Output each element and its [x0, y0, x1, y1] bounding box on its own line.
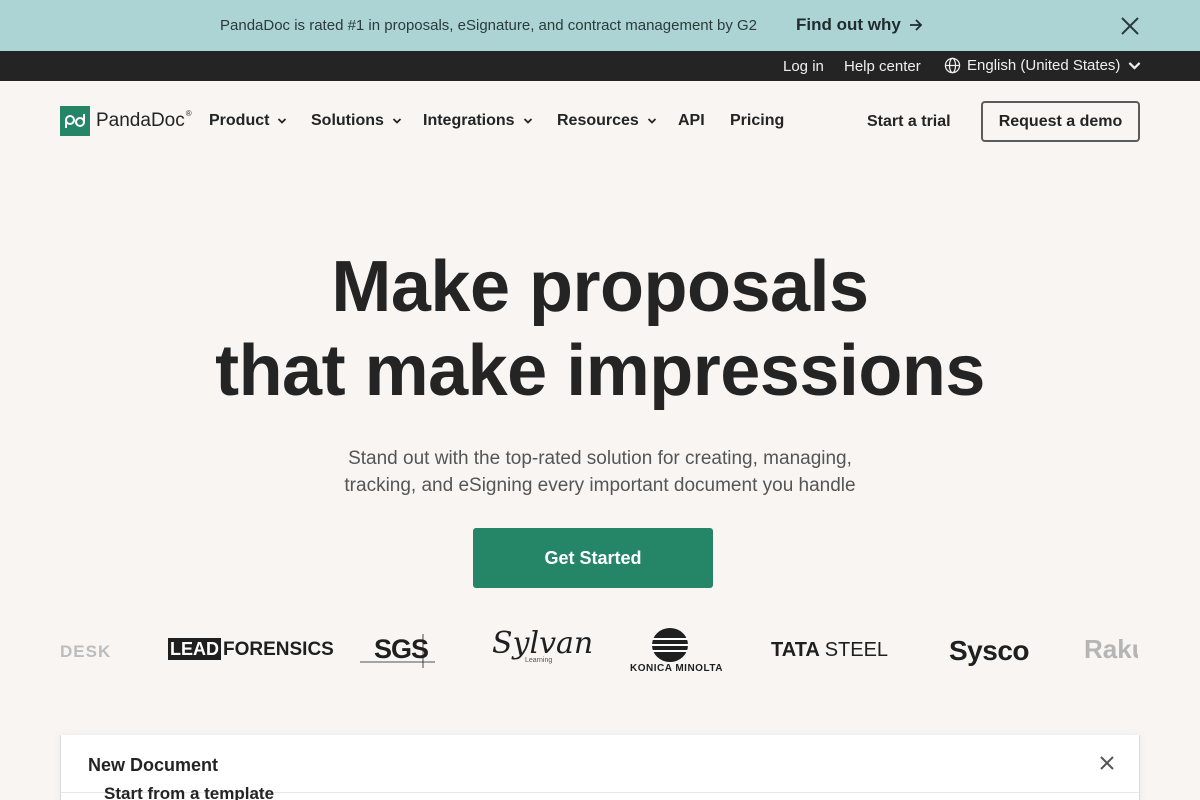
nav-solutions-label: Solutions — [311, 112, 384, 129]
logo-sylvan-sub: Learning — [525, 657, 553, 664]
hero-subtitle-line-2: tracking, and eSigning every important d… — [344, 475, 856, 496]
login-link[interactable]: Log in — [783, 58, 824, 75]
logo-tata-steel: TATA STEEL — [771, 639, 888, 662]
hero-title: Make proposals that make impressions — [0, 245, 1200, 413]
logo-sylvan: Sylvan — [492, 626, 594, 661]
close-icon[interactable] — [1098, 754, 1116, 772]
nav-solutions[interactable]: Solutions — [311, 112, 402, 130]
start-trial-link[interactable]: Start a trial — [867, 113, 951, 131]
logo-lead-forensics: LEAD FORENSICS — [168, 638, 334, 661]
hero-title-line-2: that make impressions — [215, 331, 985, 411]
pandadoc-mark-icon — [60, 106, 90, 136]
hero-subtitle-line-1: Stand out with the top-rated solution fo… — [348, 448, 852, 469]
hero-title-line-1: Make proposals — [331, 247, 869, 327]
logo-text: PandaDoc — [96, 110, 185, 131]
new-document-panel: New Document Start from a template — [60, 735, 1141, 800]
chevron-down-icon — [278, 118, 287, 124]
logo-forensics-part: FORENSICS — [223, 639, 334, 660]
utility-bar: Log in Help center English (United State… — [0, 51, 1200, 81]
request-demo-button[interactable]: Request a demo — [981, 101, 1140, 142]
chevron-down-icon — [392, 118, 402, 124]
nav-resources-label: Resources — [557, 112, 639, 129]
start-from-template-heading: Start from a template — [104, 784, 275, 800]
language-label: English (United States) — [967, 57, 1121, 74]
customer-logos: DESK LEAD FORENSICS SGS Sylvan Learning K… — [60, 620, 1140, 690]
logo-tata-part: TATA — [771, 639, 820, 661]
chevron-down-icon — [523, 118, 532, 124]
hero-subtitle: Stand out with the top-rated solution fo… — [300, 445, 900, 499]
nav-api-label: API — [678, 112, 705, 129]
nav-integrations-label: Integrations — [423, 112, 515, 129]
nav-resources[interactable]: Resources — [557, 112, 657, 130]
sgs-crosshair-icon — [360, 634, 435, 668]
nav-integrations[interactable]: Integrations — [423, 112, 533, 130]
logo-konica-minolta: KONICA MINOLTA — [630, 663, 723, 674]
language-selector[interactable]: English (United States) — [944, 57, 1143, 74]
promo-banner: PandaDoc is rated #1 in proposals, eSign… — [0, 0, 1200, 51]
main-nav: PandaDoc ® Product Solutions Integration… — [0, 81, 1200, 161]
nav-pricing-label: Pricing — [730, 112, 785, 129]
close-icon[interactable] — [1119, 15, 1141, 37]
nav-product-label: Product — [209, 112, 270, 129]
konica-minolta-globe-icon — [652, 628, 688, 662]
logo-lead-part: LEAD — [168, 638, 221, 660]
chevron-down-icon — [647, 118, 656, 124]
logo-rakuten: Raku — [1084, 634, 1138, 664]
arrow-right-icon — [909, 19, 923, 31]
logo-steel-part: STEEL — [824, 639, 889, 661]
find-out-why-label: Find out why — [796, 15, 901, 34]
logo-desk: DESK — [60, 642, 112, 661]
modal-title: New Document — [88, 755, 219, 775]
find-out-why-link[interactable]: Find out why — [796, 15, 923, 35]
promo-text: PandaDoc is rated #1 in proposals, eSign… — [220, 17, 757, 34]
registered-mark: ® — [185, 108, 192, 118]
globe-icon — [944, 57, 961, 74]
get-started-button[interactable]: Get Started — [473, 528, 713, 588]
nav-api[interactable]: API — [678, 112, 705, 130]
help-center-link[interactable]: Help center — [844, 58, 921, 75]
pandadoc-logo[interactable]: PandaDoc ® — [60, 106, 197, 136]
nav-pricing[interactable]: Pricing — [730, 112, 784, 130]
chevron-down-icon — [1129, 62, 1141, 70]
nav-product[interactable]: Product — [209, 112, 287, 130]
logo-sysco: Sysco — [949, 635, 1030, 666]
